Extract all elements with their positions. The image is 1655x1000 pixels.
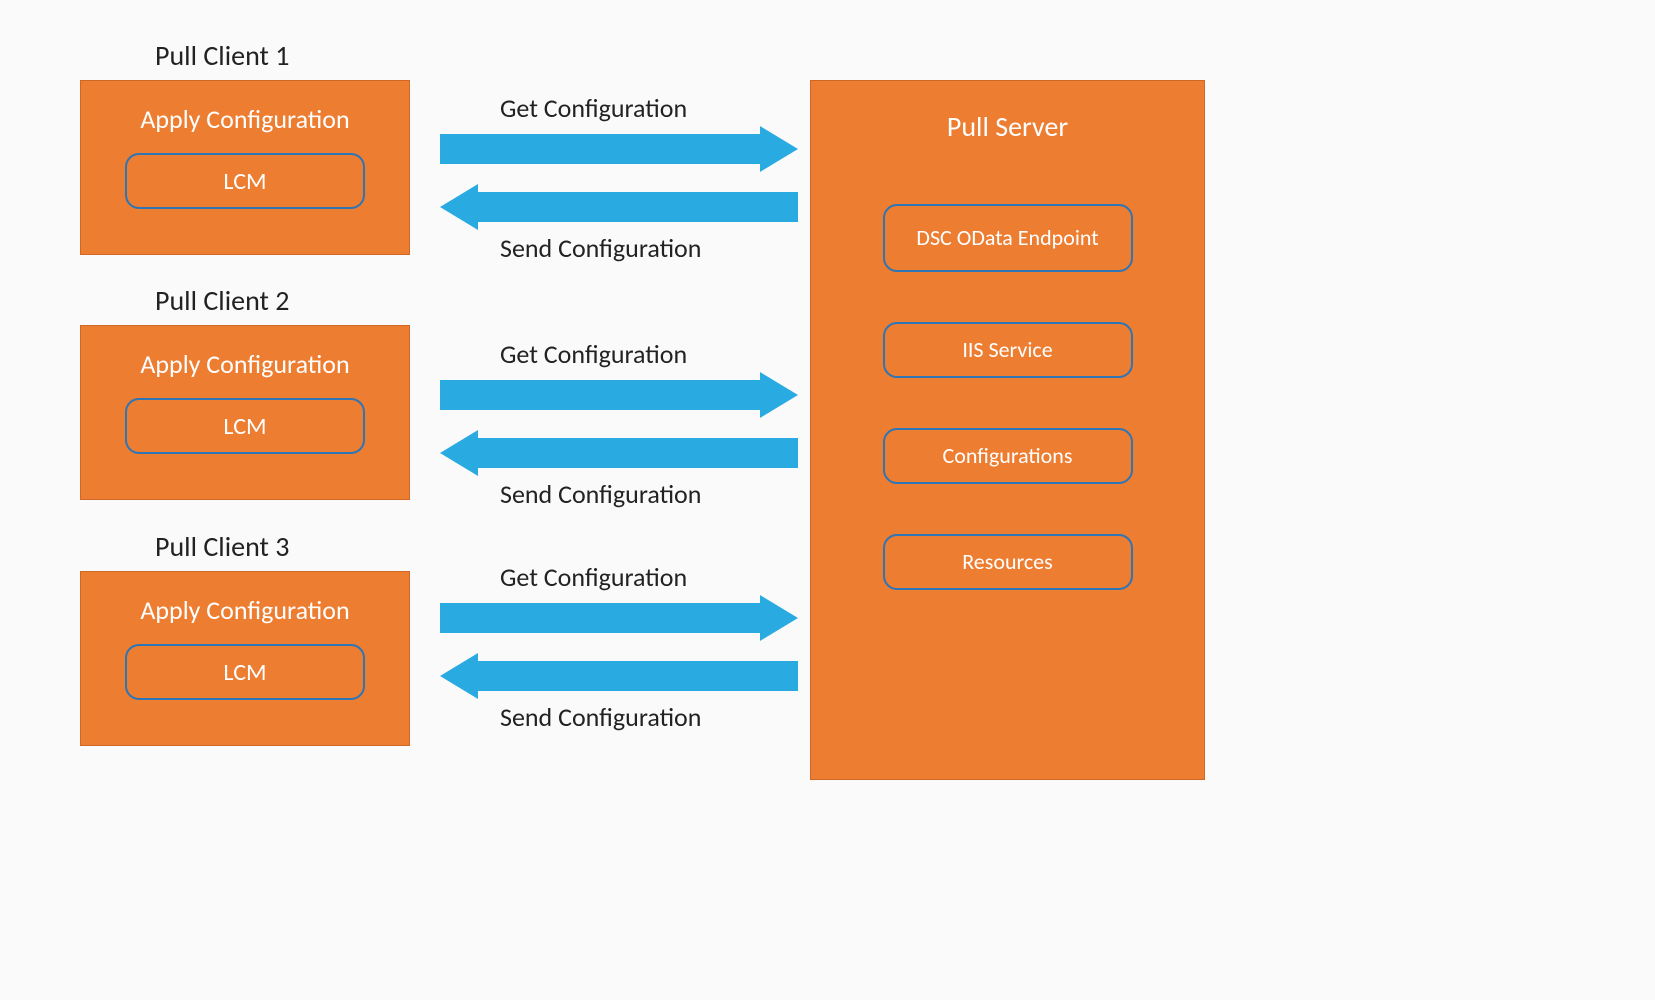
client-2-label: Pull Client 2 bbox=[155, 283, 289, 318]
client-3-label: Pull Client 3 bbox=[155, 529, 289, 564]
client-1-heading: Apply Configuration bbox=[140, 103, 349, 135]
client-2-lcm-box: LCM bbox=[125, 398, 365, 454]
client-1-box: Apply Configuration LCM bbox=[80, 80, 410, 255]
arrow-3-left-icon bbox=[440, 653, 798, 699]
arrow-2-send-label: Send Configuration bbox=[500, 478, 701, 510]
client-1-label: Pull Client 1 bbox=[155, 38, 289, 73]
client-3-box: Apply Configuration LCM bbox=[80, 571, 410, 746]
arrow-1-left-icon bbox=[440, 184, 798, 230]
arrow-3-send-label: Send Configuration bbox=[500, 701, 701, 733]
arrow-1-get-label: Get Configuration bbox=[500, 92, 687, 124]
client-1-lcm-box: LCM bbox=[125, 153, 365, 209]
pull-server-box: Pull Server DSC OData Endpoint IIS Servi… bbox=[810, 80, 1205, 780]
client-2-heading: Apply Configuration bbox=[140, 348, 349, 380]
server-item-odata: DSC OData Endpoint bbox=[883, 204, 1133, 272]
arrow-1-right-icon bbox=[440, 126, 798, 172]
server-item-iis: IIS Service bbox=[883, 322, 1133, 378]
client-3-heading: Apply Configuration bbox=[140, 594, 349, 626]
arrow-2-left-icon bbox=[440, 430, 798, 476]
arrow-2-get-label: Get Configuration bbox=[500, 338, 687, 370]
pull-server-heading: Pull Server bbox=[947, 109, 1068, 144]
client-3-lcm-box: LCM bbox=[125, 644, 365, 700]
client-2-box: Apply Configuration LCM bbox=[80, 325, 410, 500]
arrow-2-right-icon bbox=[440, 372, 798, 418]
arrow-3-get-label: Get Configuration bbox=[500, 561, 687, 593]
arrow-3-right-icon bbox=[440, 595, 798, 641]
arrow-1-send-label: Send Configuration bbox=[500, 232, 701, 264]
server-item-configurations: Configurations bbox=[883, 428, 1133, 484]
server-item-resources: Resources bbox=[883, 534, 1133, 590]
